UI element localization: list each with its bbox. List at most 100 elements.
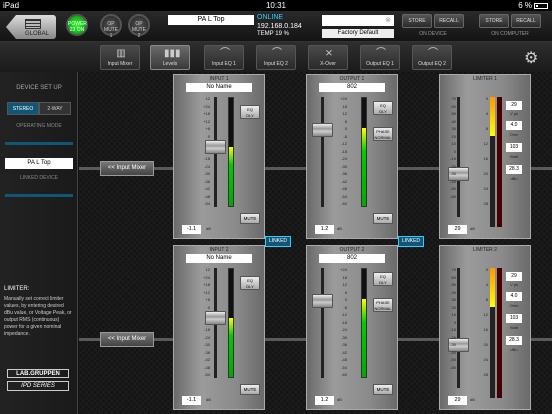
on-device-label: ON DEVICE: [419, 31, 447, 37]
limit-meter: [497, 268, 502, 398]
phase-button[interactable]: PHASE NORMAL: [373, 298, 393, 312]
on-computer-label: ON COMPUTER: [491, 31, 529, 37]
limiter-panel: LIMITER 2 70 60 50 40 30 20 10 0 -10 -20 -30 -40 -50-…: [439, 245, 531, 410]
input-fader[interactable]: [205, 139, 226, 154]
eq-delay-button[interactable]: EQ DLY: [240, 276, 260, 290]
stereo-mode-button[interactable]: STEREO: [7, 102, 39, 115]
global-label: GLOBAL: [24, 31, 49, 37]
store-device-button[interactable]: STORE: [402, 14, 432, 28]
input-level-meter: [228, 268, 234, 378]
output-mute-2-button[interactable]: OP MUTE 2: [128, 14, 150, 39]
global-button[interactable]: GLOBAL: [6, 15, 56, 39]
phase-button[interactable]: PHASE NORMAL: [373, 127, 393, 141]
tab-input-mixer[interactable]: ▥ Input Mixer: [100, 45, 140, 70]
tab-label: Levels: [162, 61, 178, 67]
mixer-icon: ▥: [116, 48, 126, 59]
crossover-icon: ⨯: [324, 48, 334, 59]
v-pk-label: V pk: [509, 111, 518, 116]
battery-icon: [534, 3, 548, 9]
levels-view: << Input Mixer INPUT 1 No Name 12 +24 +18 +12 +…: [79, 72, 552, 414]
lab-gruppen-logo: LAB.GRUPPEN: [7, 369, 69, 378]
eq-delay-button[interactable]: EQ DLY: [373, 272, 393, 286]
limiter-scale: 70 60 50 40 30 20 10 0 -10 -20 -30 -40 -50 -60: [450, 96, 456, 199]
v-pk-label: V pk: [509, 282, 518, 287]
limiter-vpk-field[interactable]: 4.0: [506, 121, 522, 130]
eq-delay-button[interactable]: EQ DLY: [240, 105, 260, 119]
input-mixer-button[interactable]: << Input Mixer: [100, 161, 154, 176]
db-unit: dB: [337, 397, 342, 402]
output-fader[interactable]: [312, 123, 333, 137]
fader-track: [457, 268, 460, 388]
input-panel: INPUT 1No Name12+24+18+12+60-6-12-18-24-…: [173, 74, 265, 239]
limiter-watt-field[interactable]: 28.3: [506, 336, 522, 345]
output-mute-1-button[interactable]: OP MUTE 1: [100, 14, 122, 39]
limiter-value[interactable]: 29: [448, 396, 467, 405]
output-gain-value[interactable]: 1.2: [315, 396, 334, 405]
tab-levels[interactable]: ▮▮▮ Levels: [150, 45, 190, 70]
input-mute-button[interactable]: MUTE: [240, 213, 260, 224]
divider: [5, 194, 73, 197]
battery-indicator: 6 %: [518, 1, 548, 10]
output-mute-button[interactable]: MUTE: [373, 213, 393, 224]
input-panel: INPUT 2No Name12+24+18+12+60-6-12-18-24-…: [173, 245, 265, 410]
fader-track: [321, 97, 324, 207]
input-mixer-button[interactable]: << Input Mixer: [100, 332, 154, 347]
limiter-value[interactable]: 29: [448, 225, 467, 234]
tab-output-eq-2[interactable]: ⌒ Output EQ 2: [412, 45, 452, 70]
settings-gear-icon[interactable]: ⚙: [524, 48, 538, 68]
eq-icon: ⌒: [376, 48, 386, 59]
preset-name-field[interactable]: PA L Top: [168, 15, 254, 25]
limiter-watt-field[interactable]: 28.3: [506, 165, 522, 174]
limiter-title: LIMITER 1: [473, 76, 497, 82]
device-preset-field[interactable]: ⊗: [322, 15, 394, 26]
output-name-field[interactable]: 802: [319, 83, 385, 92]
input-name-field[interactable]: No Name: [186, 83, 252, 92]
limiter-dbu-field[interactable]: 29: [506, 272, 522, 281]
tab-x-over[interactable]: ⨯ X-Over: [308, 45, 348, 70]
tab-output-eq-1[interactable]: ⌒ Output EQ 1: [360, 45, 400, 70]
top-toolbar: GLOBAL POWER 23 ON OP MUTE 1 OP MUTE 2 PA L T…: [0, 11, 552, 42]
limiter-vpk-field[interactable]: 4.0: [506, 292, 522, 301]
db-unit: dB: [470, 226, 475, 231]
input-title: INPUT 1: [209, 76, 229, 82]
store-computer-button[interactable]: STORE: [479, 14, 509, 28]
output-name-field[interactable]: 802: [319, 254, 385, 263]
limiter-ohm-field[interactable]: 103: [506, 143, 522, 152]
gr-fill: [490, 268, 495, 307]
output-panel: OUTPUT 2 802 +24 18 12 6 0 -6 -12 -18 -24 -30 -36 -42…: [306, 245, 398, 410]
eq-icon: ⌒: [428, 48, 438, 59]
input-mute-button[interactable]: MUTE: [240, 384, 260, 395]
limiter-dbu-field[interactable]: 29: [506, 101, 522, 110]
linked-badge[interactable]: LINKED: [265, 236, 291, 247]
power-button[interactable]: POWER 23 ON: [66, 14, 88, 36]
gain-reduction-scale: 0 4 8 12 16 20 24 28: [483, 96, 488, 206]
eq-icon: ⌒: [220, 48, 230, 59]
output-mute-button[interactable]: MUTE: [373, 384, 393, 395]
tab-input-eq-2[interactable]: ⌒ Input EQ 2: [256, 45, 296, 70]
output-fader[interactable]: [312, 294, 333, 308]
input-name-field[interactable]: No Name: [186, 254, 252, 263]
two-way-mode-button[interactable]: 2-WAY: [39, 102, 71, 115]
gain-reduction-meter: [490, 97, 495, 227]
limiter-ohm-field[interactable]: 103: [506, 314, 522, 323]
recall-computer-button[interactable]: RECALL: [511, 14, 541, 28]
recall-device-button[interactable]: RECALL: [434, 14, 464, 28]
tab-input-eq-1[interactable]: ⌒ Input EQ 1: [204, 45, 244, 70]
clear-icon[interactable]: ⊗: [385, 17, 391, 24]
tab-label: Output EQ 2: [418, 61, 446, 67]
output-gain-value[interactable]: 1.2: [315, 225, 334, 234]
output-scale: +24 18 12 6 0 -6 -12 -18 -24 -30 -36 -42 -48 -54 -60: [340, 96, 347, 206]
eq-delay-button[interactable]: EQ DLY: [373, 101, 393, 115]
dbu-label: dBu: [510, 347, 518, 352]
input-gain-value[interactable]: -1.1: [182, 225, 201, 234]
linked-device-label: LINKED DEVICE: [19, 175, 59, 181]
input-fader[interactable]: [205, 310, 226, 325]
tab-label: Input EQ 1: [212, 61, 236, 67]
linked-device-field[interactable]: PA L Top: [5, 158, 73, 169]
linked-badge[interactable]: LINKED: [398, 236, 424, 247]
db-unit: dB: [470, 397, 475, 402]
output-level-meter: [361, 97, 367, 207]
dbu-label: dBu: [510, 176, 518, 181]
input-gain-value[interactable]: -1.1: [182, 396, 201, 405]
factory-default-field[interactable]: Factory Default: [322, 29, 394, 38]
